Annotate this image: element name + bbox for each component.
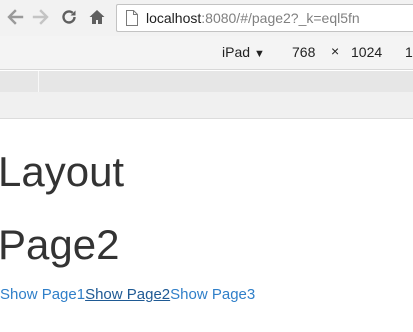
forward-button[interactable] [30, 6, 52, 28]
link-show-page1[interactable]: Show Page1 [0, 286, 85, 303]
link-show-page2[interactable]: Show Page2 [85, 286, 170, 303]
page-title: Layout [0, 148, 125, 195]
zoom-select[interactable]: 1 [405, 44, 413, 60]
device-toolbar: iPad ▼ 768 × 1024 1 [0, 36, 413, 70]
page-viewport: Layout Page2 Show Page1Show Page2Show Pa… [0, 120, 413, 332]
home-icon [89, 10, 105, 24]
ruler-bar [0, 92, 413, 119]
link-show-page3[interactable]: Show Page3 [170, 286, 255, 303]
page-icon [126, 10, 138, 26]
back-button[interactable] [4, 6, 26, 28]
chevron-down-icon: ▼ [254, 48, 265, 60]
address-bar[interactable]: localhost:8080/#/page2?_k=eql5fn [116, 4, 413, 32]
home-button[interactable] [86, 6, 108, 28]
nav-links: Show Page1Show Page2Show Page3 [0, 285, 255, 305]
dimension-separator: × [331, 43, 340, 59]
url-host: localhost [146, 10, 202, 26]
reload-icon [62, 10, 76, 24]
media-query-bar[interactable] [0, 71, 413, 92]
back-arrow-icon [7, 9, 24, 25]
url-text: localhost:8080/#/page2?_k=eql5fn [146, 10, 360, 26]
device-label: iPad [222, 44, 251, 60]
media-query-marker [38, 71, 39, 92]
viewport-width-field[interactable]: 768 [292, 44, 315, 60]
viewport-height-field[interactable]: 1024 [351, 44, 382, 60]
forward-arrow-icon [32, 9, 49, 25]
device-select[interactable]: iPad ▼ [222, 44, 265, 60]
browser-toolbar: localhost:8080/#/page2?_k=eql5fn [0, 0, 413, 36]
url-path: :8080/#/page2?_k=eql5fn [201, 10, 360, 26]
reload-button[interactable] [58, 6, 80, 28]
page-subtitle: Page2 [0, 221, 120, 268]
